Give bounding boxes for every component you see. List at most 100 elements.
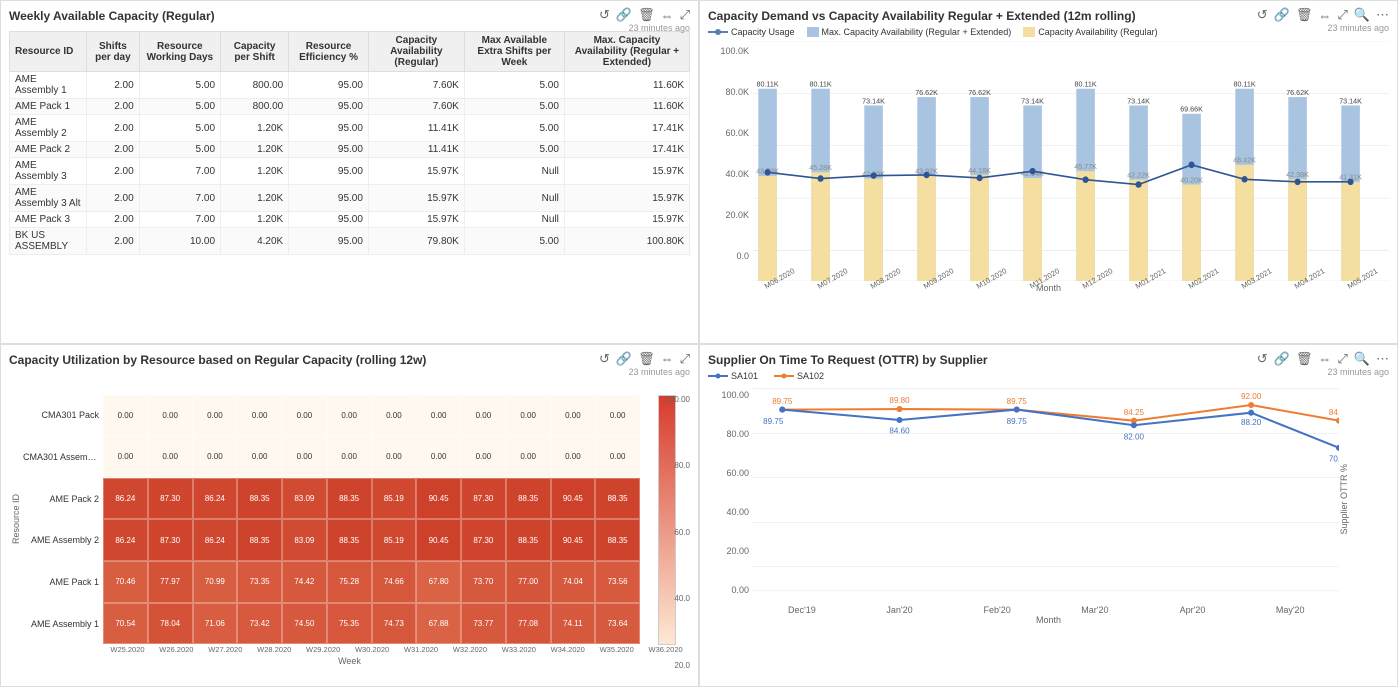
table-row: AME Assembly 2 2.00 5.00 1.20K 95.00 11.…	[10, 115, 690, 142]
heatmap-row: 0.000.000.000.000.000.000.000.000.000.00…	[103, 395, 640, 437]
expand-h-icon-tr[interactable]: ⇔	[1318, 8, 1331, 23]
cell-max-extra: Null	[464, 212, 564, 228]
supplier-yaxis-title: Supplier OTTR %	[1339, 464, 1349, 535]
cell-working-days: 5.00	[139, 99, 220, 115]
link-icon-tr[interactable]: 🔗	[1274, 7, 1290, 23]
more-icon-tr[interactable]: ⋯	[1376, 7, 1389, 23]
heatmap-cell: 87.30	[148, 519, 193, 561]
capacity-table-body: AME Assembly 1 2.00 5.00 800.00 95.00 7.…	[10, 72, 690, 255]
refresh-icon-tr[interactable]: ↺	[1257, 7, 1268, 23]
heatmap-xaxis-title: Week	[9, 656, 690, 666]
refresh-icon-bl[interactable]: ↺	[599, 351, 610, 367]
supplier-line-chart: 89.75 89.80 89.75 84.25 92.00 84.25 89.7…	[753, 385, 1339, 615]
trash-icon[interactable]: 🗑	[638, 7, 655, 23]
expand-v-icon-tr[interactable]: ⤢	[1337, 7, 1347, 23]
trash-icon-bl[interactable]: 🗑	[638, 351, 655, 367]
heatmap-yaxis: CMA301 PackCMA301 AssemblyAME Pack 2AME …	[23, 395, 103, 645]
cell-capacity-shift: 800.00	[221, 72, 289, 99]
heatmap-cell: 0.00	[372, 436, 417, 478]
heatmap-cell: 0.00	[551, 395, 596, 437]
heatmap-ylabel: AME Pack 2	[23, 494, 99, 504]
heatmap-cell: 87.30	[461, 478, 506, 520]
trash-icon-br[interactable]: 🗑	[1296, 351, 1313, 367]
cell-max-avail: 15.97K	[564, 158, 689, 185]
link-icon[interactable]: 🔗	[616, 7, 632, 23]
cell-max-extra: 5.00	[464, 228, 564, 255]
table-row: AME Assembly 3 2.00 7.00 1.20K 95.00 15.…	[10, 158, 690, 185]
more-icon-br[interactable]: ⋯	[1376, 351, 1389, 367]
supplier-xaxis: Dec'19 Jan'20 Feb'20 Mar'20 Apr'20 May'2…	[753, 605, 1339, 615]
svg-text:84.25: 84.25	[1329, 408, 1339, 417]
heatmap-cell: 88.35	[595, 478, 640, 520]
cell-max-avail: 100.80K	[564, 228, 689, 255]
yaxis-40k: 40.0K	[708, 169, 749, 179]
trash-icon-tr[interactable]: 🗑	[1296, 7, 1313, 23]
refresh-icon[interactable]: ↺	[599, 7, 610, 23]
cell-max-avail: 11.60K	[564, 99, 689, 115]
cell-max-extra: Null	[464, 185, 564, 212]
cell-working-days: 7.00	[139, 212, 220, 228]
heatmap-cell: 77.97	[148, 561, 193, 603]
heatmap-xlabel: W30.2020	[348, 645, 397, 654]
heatmap-ylabel: AME Assembly 2	[23, 535, 99, 545]
heatmap-xaxis: W25.2020W26.2020W27.2020W28.2020W29.2020…	[9, 645, 690, 654]
heatmap-ylabel: AME Pack 1	[23, 577, 99, 587]
heatmap-row: 70.5478.0471.0673.4274.5075.3574.7367.88…	[103, 603, 640, 645]
expand-v-icon-bl[interactable]: ⤢	[680, 351, 690, 367]
yaxis-0: 0.0	[708, 251, 749, 261]
heatmap-row: 86.2487.3086.2488.3583.0988.3585.1990.45…	[103, 519, 640, 561]
cell-efficiency: 95.00	[289, 99, 369, 115]
heatmap-cell: 74.42	[282, 561, 327, 603]
cell-resource-id: AME Pack 2	[10, 142, 87, 158]
heatmap-xlabel: W34.2020	[543, 645, 592, 654]
expand-h-icon-br[interactable]: ⇔	[1318, 351, 1331, 366]
heatmap-row: 86.2487.3086.2488.3583.0988.3585.1990.45…	[103, 478, 640, 520]
heatmap-cell: 0.00	[461, 436, 506, 478]
heatmap-cell: 0.00	[506, 395, 551, 437]
legend-max-avail: Max. Capacity Availability (Regular + Ex…	[807, 27, 1012, 37]
panel-toolbar-bl: ↺ 🔗 🗑 ⇔ ⤢	[599, 351, 690, 367]
cell-working-days: 5.00	[139, 72, 220, 99]
legend-usage-label: Capacity Usage	[731, 27, 795, 37]
cell-working-days: 10.00	[139, 228, 220, 255]
table-row: BK US ASSEMBLY 2.00 10.00 4.20K 95.00 79…	[10, 228, 690, 255]
cell-avail-regular: 15.97K	[368, 212, 464, 228]
heatmap-grid: 0.000.000.000.000.000.000.000.000.000.00…	[103, 395, 640, 645]
link-icon-bl[interactable]: 🔗	[616, 351, 632, 367]
heatmap-ylabel: CMA301 Assembly	[23, 452, 99, 462]
heatmap-cell: 0.00	[372, 395, 417, 437]
heatmap-cell: 88.35	[595, 519, 640, 561]
link-icon-br[interactable]: 🔗	[1274, 351, 1290, 367]
heatmap-cell: 73.64	[595, 603, 640, 645]
yaxis-60k: 60.0K	[708, 128, 749, 138]
refresh-icon-br[interactable]: ↺	[1257, 351, 1268, 367]
cell-avail-regular: 15.97K	[368, 185, 464, 212]
cell-max-avail: 17.41K	[564, 115, 689, 142]
heatmap-cell: 74.73	[372, 603, 417, 645]
heatmap-cell: 0.00	[595, 395, 640, 437]
heatmap-cell: 74.11	[551, 603, 596, 645]
expand-h-icon[interactable]: ⇔	[661, 8, 674, 23]
heatmap-cell: 88.35	[506, 519, 551, 561]
heatmap-cell: 70.54	[103, 603, 148, 645]
cell-capacity-shift: 1.20K	[221, 158, 289, 185]
cell-efficiency: 95.00	[289, 228, 369, 255]
capacity-table-timestamp: 23 minutes ago	[628, 23, 690, 33]
zoom-icon-br[interactable]: 🔍	[1354, 351, 1370, 367]
heatmap-xlabel: W33.2020	[494, 645, 543, 654]
heatmap-cell: 88.35	[237, 519, 282, 561]
zoom-icon-tr[interactable]: 🔍	[1354, 7, 1370, 23]
cell-max-avail: 15.97K	[564, 185, 689, 212]
heatmap-yaxis-title: Resource ID	[11, 494, 21, 544]
heatmap-cell: 73.56	[595, 561, 640, 603]
expand-h-icon-bl[interactable]: ⇔	[661, 351, 674, 366]
cell-efficiency: 95.00	[289, 72, 369, 99]
cell-working-days: 5.00	[139, 115, 220, 142]
heatmap-cell: 74.04	[551, 561, 596, 603]
cell-max-extra: Null	[464, 158, 564, 185]
panel-toolbar-top-right: ↺ 🔗 🗑 ⇔ ⤢ 🔍 ⋯	[1257, 7, 1389, 23]
heatmap-cell: 85.19	[372, 519, 417, 561]
expand-v-icon-br[interactable]: ⤢	[1337, 351, 1347, 367]
legend-reg-avail: Capacity Availability (Regular)	[1023, 27, 1157, 37]
expand-v-icon[interactable]: ⤢	[680, 7, 690, 23]
